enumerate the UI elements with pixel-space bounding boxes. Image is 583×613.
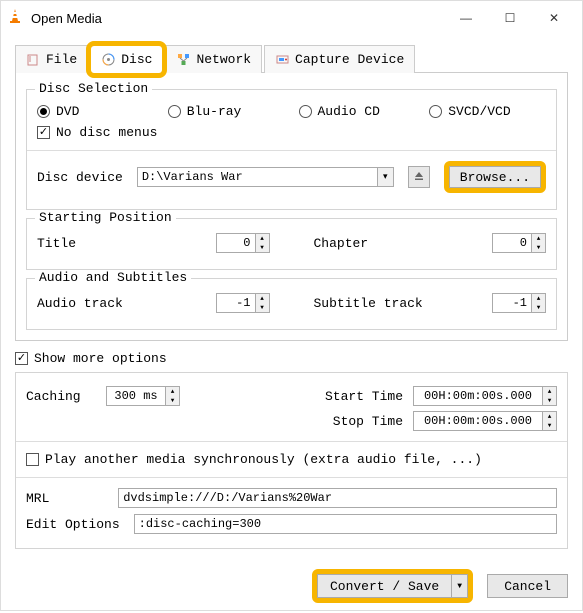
- chapter-value: 0: [492, 233, 532, 253]
- file-icon: [26, 53, 40, 67]
- start-time-label: Start Time: [180, 389, 413, 404]
- minimize-button[interactable]: —: [444, 4, 488, 32]
- stop-time-value: 00H:00m:00s.000: [413, 411, 543, 431]
- edit-options-input[interactable]: :disc-caching=300: [134, 514, 557, 534]
- radio-svcd-label: SVCD/VCD: [448, 104, 510, 119]
- separator: [27, 150, 556, 151]
- convert-save-label: Convert / Save: [317, 574, 452, 598]
- audio-track-spinner[interactable]: -1▲▼: [216, 293, 270, 313]
- capture-icon: [275, 53, 289, 67]
- cancel-button[interactable]: Cancel: [487, 574, 568, 598]
- disc-device-value: D:\Varians War: [137, 167, 378, 187]
- convert-save-button[interactable]: Convert / Save ▼: [317, 574, 468, 598]
- cancel-button-label: Cancel: [504, 579, 551, 594]
- edit-options-label: Edit Options: [26, 517, 120, 532]
- radio-bluray-label: Blu-ray: [187, 104, 242, 119]
- tab-network[interactable]: Network: [165, 45, 262, 73]
- chevron-down-icon[interactable]: ▼: [452, 574, 468, 598]
- eject-icon: [414, 170, 424, 185]
- separator: [16, 441, 567, 442]
- mrl-value: dvdsimple:///D:/Varians%20War: [123, 491, 332, 505]
- starting-position-title: Starting Position: [35, 210, 176, 225]
- dialog-footer: Convert / Save ▼ Cancel: [1, 559, 582, 613]
- title-bar: Open Media — ☐ ✕: [1, 1, 582, 35]
- more-options-group: Caching 300 ms▲▼ Start Time 00H:00m:00s.…: [15, 372, 568, 549]
- radio-dvd[interactable]: DVD: [37, 104, 154, 119]
- separator: [16, 477, 567, 478]
- tab-capture-label: Capture Device: [295, 52, 404, 67]
- tab-network-label: Network: [196, 52, 251, 67]
- network-icon: [176, 53, 190, 67]
- chevron-down-icon: ▾: [378, 167, 394, 187]
- caching-spinner[interactable]: 300 ms▲▼: [106, 386, 180, 406]
- disc-device-combo[interactable]: D:\Varians War ▾: [137, 167, 394, 187]
- eject-button[interactable]: [408, 166, 430, 188]
- audio-subtitles-group: Audio and Subtitles Audio track -1▲▼ Sub…: [26, 278, 557, 330]
- radio-audiocd-label: Audio CD: [318, 104, 380, 119]
- caching-label: Caching: [26, 389, 106, 404]
- start-time-value: 00H:00m:00s.000: [413, 386, 543, 406]
- browse-button[interactable]: Browse...: [449, 166, 541, 188]
- browse-button-label: Browse...: [460, 170, 530, 185]
- disc-device-label: Disc device: [37, 170, 123, 185]
- no-disc-menus-label: No disc menus: [56, 125, 157, 140]
- radio-bluray[interactable]: Blu-ray: [168, 104, 285, 119]
- audio-track-label: Audio track: [37, 296, 123, 311]
- tab-disc[interactable]: Disc: [90, 45, 163, 73]
- window-title: Open Media: [31, 11, 444, 26]
- highlight-marker: Browse...: [444, 161, 546, 193]
- vlc-icon: [7, 8, 23, 28]
- checkbox-play-sync[interactable]: Play another media synchronously (extra …: [26, 452, 557, 467]
- title-value: 0: [216, 233, 256, 253]
- disc-icon: [101, 53, 115, 67]
- disc-selection-group: Disc Selection DVD Blu-ray Audio CD SVCD…: [26, 89, 557, 210]
- checkbox-no-disc-menus[interactable]: No disc menus: [37, 125, 157, 140]
- title-spinner[interactable]: 0▲▼: [216, 233, 270, 253]
- audio-subtitles-title: Audio and Subtitles: [35, 270, 191, 285]
- mrl-input[interactable]: dvdsimple:///D:/Varians%20War: [118, 488, 557, 508]
- tab-disc-label: Disc: [121, 52, 152, 67]
- mrl-label: MRL: [26, 491, 104, 506]
- title-label: Title: [37, 236, 76, 251]
- show-more-options-label: Show more options: [34, 351, 167, 366]
- tab-capture[interactable]: Capture Device: [264, 45, 415, 73]
- subtitle-track-label: Subtitle track: [314, 296, 423, 311]
- open-media-window: Open Media — ☐ ✕ File Disc Network Captu…: [0, 0, 583, 611]
- radio-audiocd[interactable]: Audio CD: [299, 104, 416, 119]
- start-time-spinner[interactable]: 00H:00m:00s.000▲▼: [413, 386, 557, 406]
- starting-position-group: Starting Position Title 0▲▼ Chapter 0▲▼: [26, 218, 557, 270]
- disc-panel: Disc Selection DVD Blu-ray Audio CD SVCD…: [15, 72, 568, 341]
- tab-file-label: File: [46, 52, 77, 67]
- maximize-button[interactable]: ☐: [488, 4, 532, 32]
- chapter-spinner[interactable]: 0▲▼: [492, 233, 546, 253]
- checkbox-show-more-options[interactable]: Show more options: [15, 351, 568, 366]
- close-button[interactable]: ✕: [532, 4, 576, 32]
- audio-track-value: -1: [216, 293, 256, 313]
- stop-time-label: Stop Time: [26, 414, 413, 429]
- radio-dvd-label: DVD: [56, 104, 79, 119]
- play-sync-label: Play another media synchronously (extra …: [45, 452, 482, 467]
- chapter-label: Chapter: [314, 236, 369, 251]
- tab-file[interactable]: File: [15, 45, 88, 73]
- stop-time-spinner[interactable]: 00H:00m:00s.000▲▼: [413, 411, 557, 431]
- highlight-marker: Convert / Save ▼: [312, 569, 473, 603]
- disc-selection-title: Disc Selection: [35, 81, 152, 96]
- edit-options-value: :disc-caching=300: [139, 517, 261, 531]
- media-tabs: File Disc Network Capture Device: [15, 45, 568, 73]
- subtitle-track-spinner[interactable]: -1▲▼: [492, 293, 546, 313]
- subtitle-track-value: -1: [492, 293, 532, 313]
- radio-svcd[interactable]: SVCD/VCD: [429, 104, 546, 119]
- caching-value: 300 ms: [106, 386, 166, 406]
